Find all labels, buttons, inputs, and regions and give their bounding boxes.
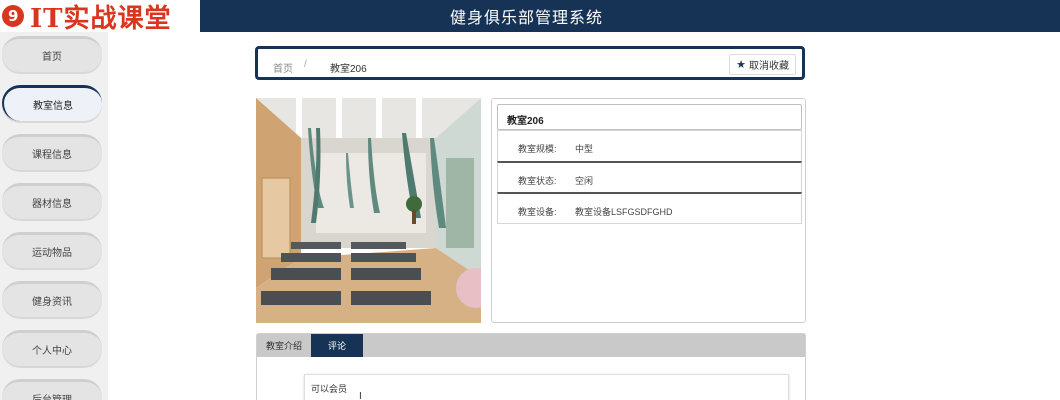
logo: IT实战课堂 bbox=[0, 0, 200, 34]
sidebar-item-label: 后台管理 bbox=[32, 391, 72, 400]
yoga-studio-photo bbox=[256, 98, 481, 323]
info-label: 教室规模: bbox=[518, 144, 557, 154]
sidebar-item-equipment[interactable]: 器材信息 bbox=[2, 183, 102, 219]
top-bar: 健身俱乐部管理系统 bbox=[200, 0, 1060, 32]
sidebar-item-label: 教室信息 bbox=[33, 101, 73, 112]
breadcrumb-current: 教室206 bbox=[330, 64, 367, 75]
sidebar-item-courses[interactable]: 课程信息 bbox=[2, 134, 102, 170]
logo-text: IT实战课堂 bbox=[30, 3, 172, 34]
breadcrumb-home-link[interactable]: 首页 bbox=[273, 60, 293, 75]
favorite-button[interactable]: ★ 取消收藏 bbox=[729, 54, 796, 75]
page-title: 健身俱乐部管理系统 bbox=[450, 10, 604, 27]
sidebar-item-label: 运动物品 bbox=[32, 248, 72, 259]
info-value: 教室设备LSFGSDFGHD bbox=[575, 207, 673, 217]
sidebar-item-profile[interactable]: 个人中心 bbox=[2, 330, 102, 366]
sidebar-item-label: 健身资讯 bbox=[32, 297, 72, 308]
classroom-image bbox=[256, 98, 481, 323]
sidebar-item-fitness-news[interactable]: 健身资讯 bbox=[2, 281, 102, 317]
sidebar-item-label: 器材信息 bbox=[32, 199, 72, 210]
info-label: 教室设备: bbox=[518, 207, 557, 217]
text-cursor-icon: I bbox=[359, 391, 362, 400]
sidebar-item-label: 个人中心 bbox=[32, 346, 72, 357]
sidebar-item-label: 课程信息 bbox=[32, 150, 72, 161]
info-label: 教室状态: bbox=[518, 176, 557, 186]
sidebar-item-admin[interactable]: 后台管理 bbox=[2, 379, 102, 400]
sidebar-item-home[interactable]: 首页 bbox=[2, 36, 102, 72]
info-row-equipment: 教室设备: 教室设备LSFGSDFGHD bbox=[497, 192, 802, 224]
detail-tabs: 教室介绍 评论 可以会员 I bbox=[256, 333, 806, 400]
breadcrumb-separator: / bbox=[304, 59, 307, 70]
comment-item: 可以会员 bbox=[304, 374, 789, 400]
sidebar-item-classrooms[interactable]: 教室信息 bbox=[2, 85, 102, 121]
comment-text: 可以会员 bbox=[311, 384, 348, 394]
tabs-bar: 教室介绍 评论 bbox=[257, 334, 805, 357]
classroom-info-card: 教室206 教室规模: 中型 教室状态: 空闲 教室设备: 教室设备LSFGSD… bbox=[491, 98, 806, 323]
tab-introduction[interactable]: 教室介绍 bbox=[257, 334, 311, 357]
breadcrumb: 首页 / 教室206 ★ 取消收藏 bbox=[255, 46, 805, 80]
info-row-scale: 教室规模: 中型 bbox=[497, 130, 802, 162]
sidebar: 首页 教室信息 课程信息 器材信息 运动物品 健身资讯 个人中心 后台管理 bbox=[0, 32, 108, 400]
info-row-status: 教室状态: 空闲 bbox=[497, 161, 802, 193]
favorite-button-label: 取消收藏 bbox=[749, 61, 789, 72]
info-value: 中型 bbox=[575, 144, 594, 154]
sidebar-item-sports-goods[interactable]: 运动物品 bbox=[2, 232, 102, 268]
star-icon: ★ bbox=[736, 59, 746, 71]
sidebar-item-label: 首页 bbox=[42, 52, 62, 63]
logo-icon bbox=[2, 5, 24, 27]
info-value: 空闲 bbox=[575, 176, 594, 186]
tab-comments[interactable]: 评论 bbox=[311, 334, 363, 357]
classroom-title: 教室206 bbox=[497, 104, 802, 130]
